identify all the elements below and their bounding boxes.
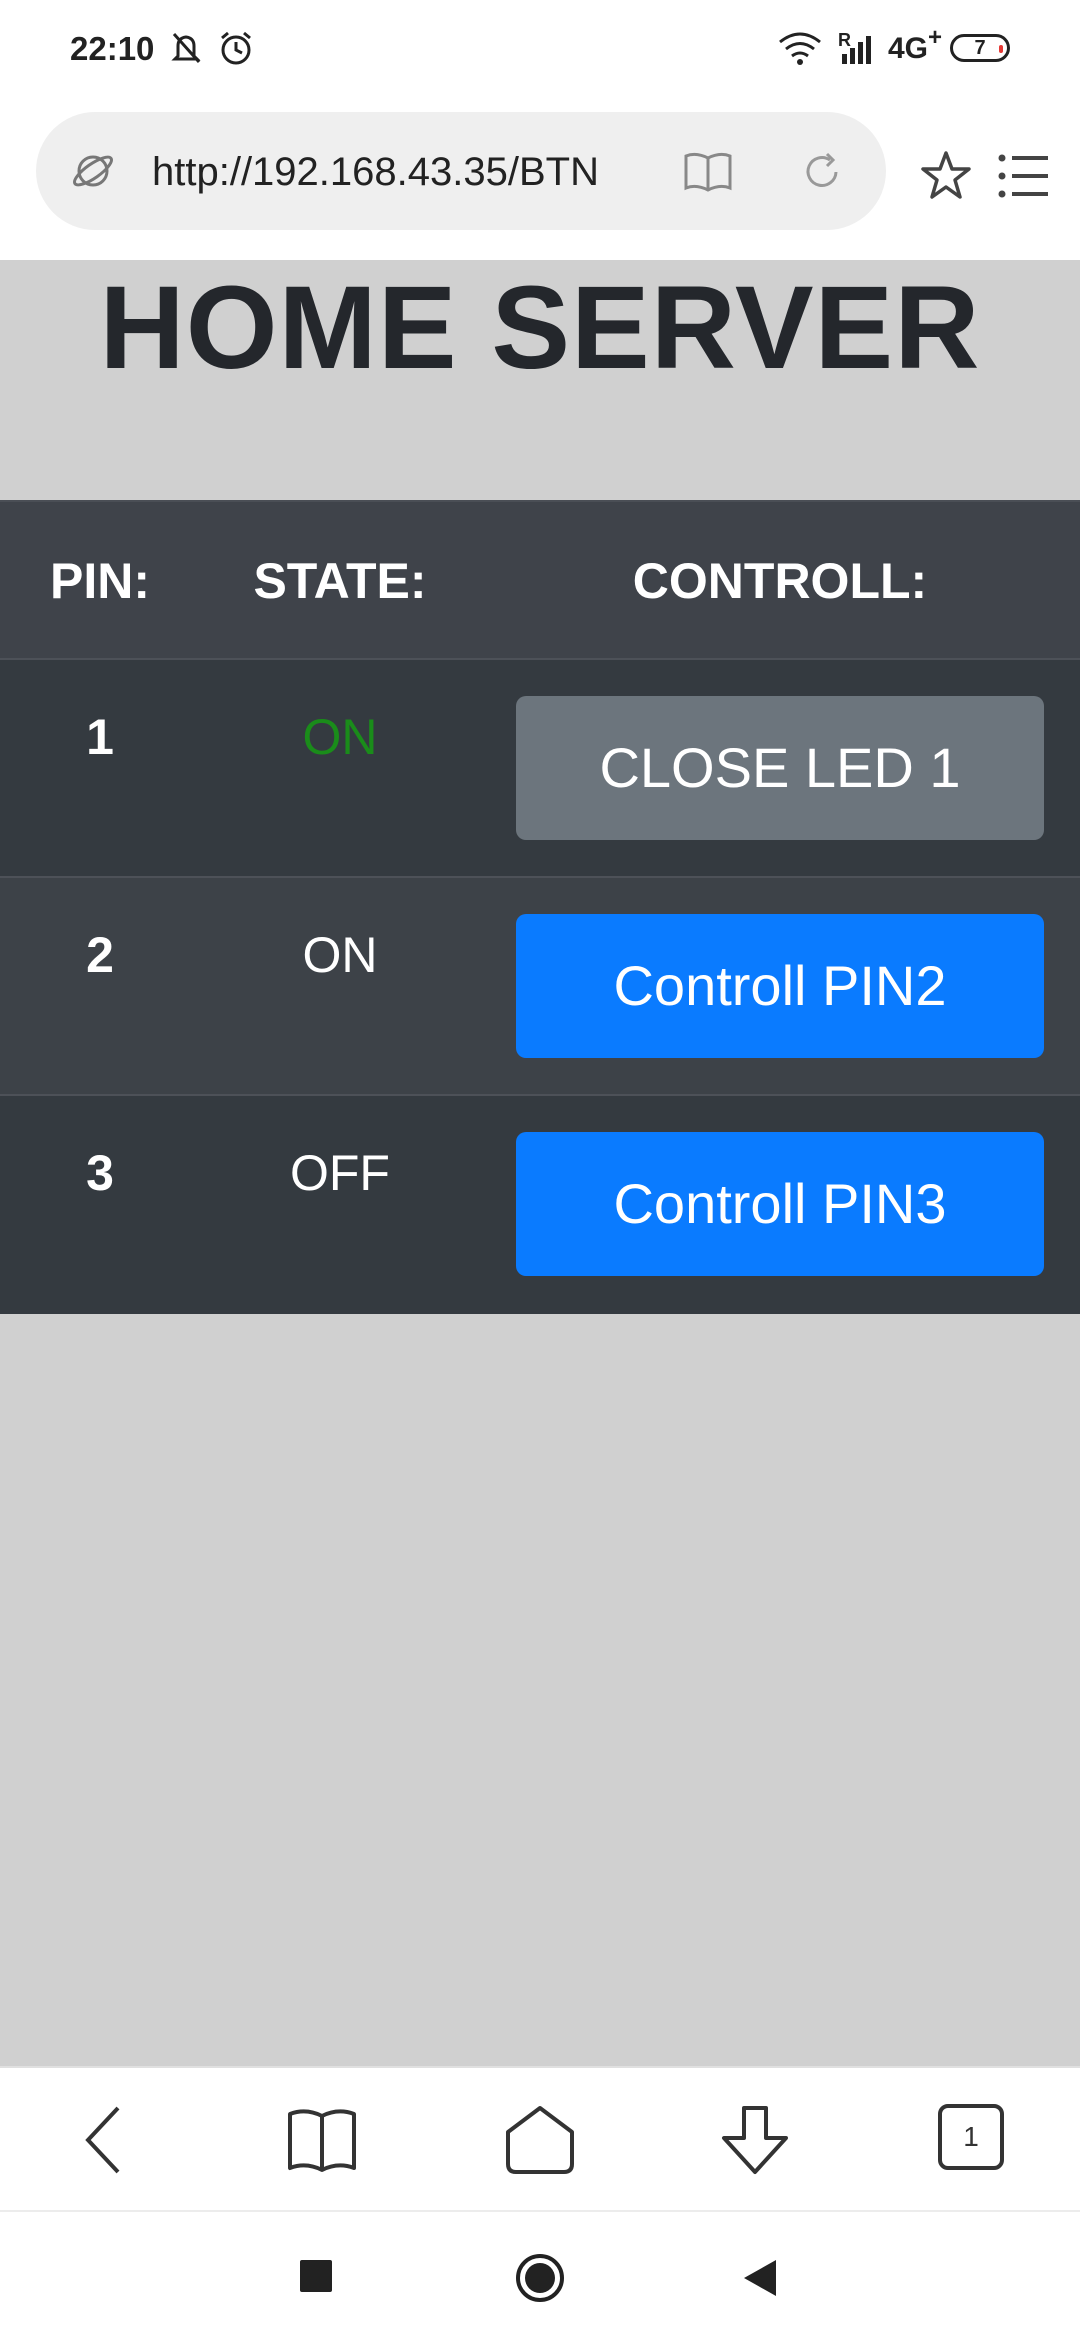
header-pin: PIN: [50, 553, 150, 609]
home-icon[interactable] [504, 2104, 576, 2181]
globe-icon [70, 148, 116, 199]
table-row: 1 ON CLOSE LED 1 [0, 658, 1080, 878]
menu-icon[interactable] [996, 148, 1052, 209]
table-row: 3 OFF Controll PIN3 [0, 1094, 1080, 1314]
reload-icon[interactable] [800, 150, 844, 199]
close-led-1-button[interactable]: CLOSE LED 1 [516, 696, 1044, 840]
battery-level: 7 [974, 37, 986, 59]
bookmarks-icon[interactable] [286, 2106, 358, 2179]
wifi-icon [776, 28, 824, 73]
mute-icon [166, 28, 206, 73]
browser-bottom-nav: 1 [0, 2066, 1080, 2212]
controll-pin3-button[interactable]: Controll PIN3 [516, 1132, 1044, 1276]
address-bar[interactable]: http://192.168.43.35/BTN [36, 112, 886, 230]
browser-toolbar: http://192.168.43.35/BTN [0, 100, 1080, 260]
pin-state: OFF [290, 1145, 390, 1201]
network-plus: + [928, 24, 943, 51]
signal-icon [838, 32, 878, 73]
page-title: HOME SERVER [99, 262, 981, 394]
pin-number: 1 [86, 709, 114, 765]
url-text[interactable]: http://192.168.43.35/BTN [152, 150, 662, 195]
back-icon[interactable] [80, 2104, 130, 2181]
system-nav-bar [0, 2210, 1080, 2342]
back-triangle-icon[interactable] [742, 2258, 778, 2303]
tab-count: 1 [963, 2121, 979, 2152]
table-row: 2 ON Controll PIN2 [0, 876, 1080, 1096]
controll-pin2-button[interactable]: Controll PIN2 [516, 914, 1044, 1058]
download-icon[interactable] [718, 2104, 792, 2183]
home-circle-icon[interactable] [514, 2252, 566, 2309]
star-icon[interactable] [918, 148, 974, 209]
pin-number: 3 [86, 1145, 114, 1201]
header-state: STATE: [253, 553, 427, 609]
recents-icon[interactable] [300, 2260, 332, 2292]
header-controll: CONTROLL: [632, 553, 928, 609]
network-type: 4G [888, 32, 929, 65]
status-time: 22:10 [70, 30, 155, 67]
table-header: PIN: STATE: CONTROLL: [0, 500, 1080, 660]
reader-icon[interactable] [682, 150, 734, 197]
alarm-icon [216, 28, 256, 73]
status-bar: 22:10 R 4G + 7 [0, 0, 1080, 100]
pin-state: ON [302, 709, 378, 765]
battery-icon: 7 [950, 34, 1010, 62]
pin-state: ON [302, 927, 378, 983]
tabs-icon[interactable]: 1 [938, 2104, 1004, 2170]
pin-number: 2 [86, 927, 114, 983]
